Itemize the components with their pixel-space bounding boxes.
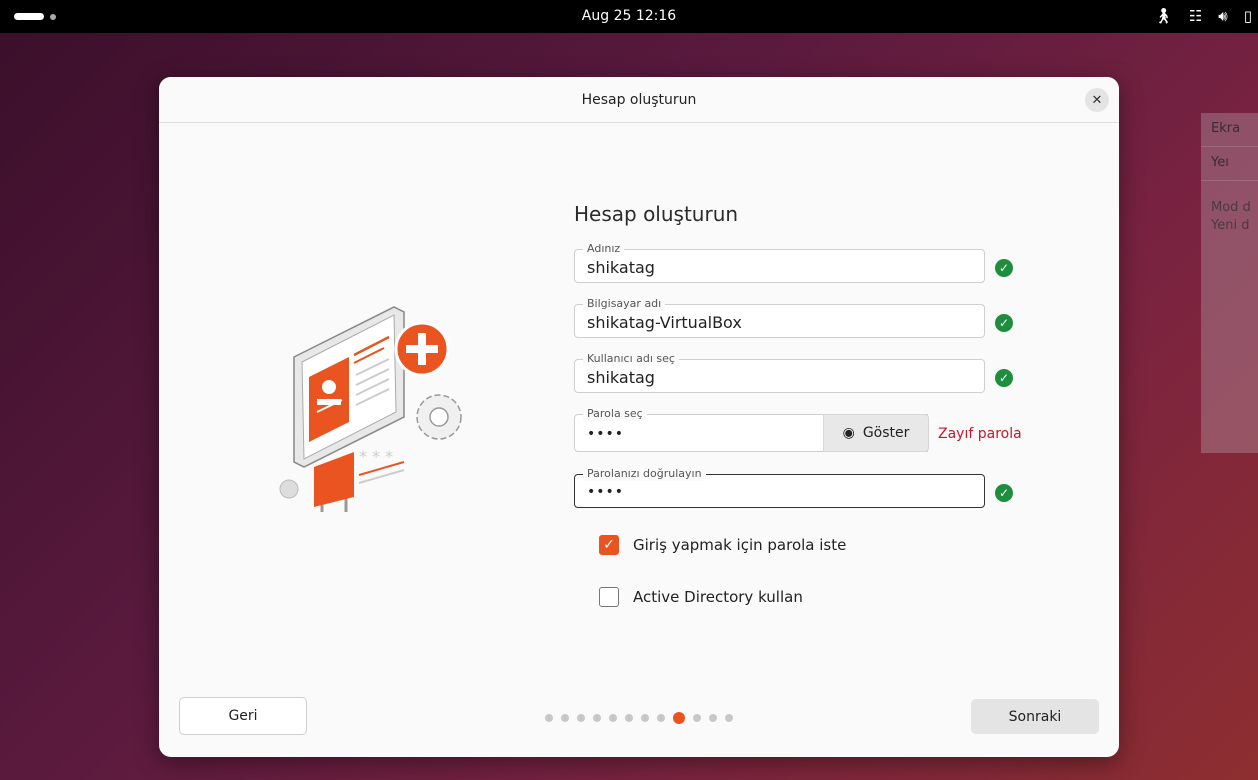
svg-text:* * *: * * * [359,447,393,466]
page-dot [625,714,633,722]
confirm-password-label: Parolanızı doğrulayın [583,467,706,481]
password-field[interactable]: Parola seç •••• ◉ Göster [574,407,929,452]
password-value: •••• [587,426,625,442]
bg-text-line: Mod d [1211,200,1251,215]
name-value: shikatag [587,258,655,277]
top-bar: Aug 25 12:16 🚶︎ ☷ 🔊︎ ▯ [0,0,1258,33]
form-title: Hesap oluşturun [574,202,739,226]
show-password-button[interactable]: ◉ Göster [823,414,929,452]
checkmark-icon: ✓ [603,537,615,553]
username-valid-check-icon: ✓ [995,369,1013,387]
require-password-label: Giriş yapmak için parola iste [633,536,847,554]
account-illustration: * * * [279,306,462,512]
accessibility-icon[interactable]: 🚶︎ [1154,7,1173,25]
password-label: Parola seç [583,407,647,421]
require-password-option[interactable]: ✓ Giriş yapmak için parola iste [599,535,846,555]
network-icon[interactable]: ☷ [1189,7,1202,25]
page-indicator [545,712,733,724]
page-dot [593,714,601,722]
page-dot [725,714,733,722]
computer-name-field[interactable]: Bilgisayar adı shikatag-VirtualBox [574,297,985,338]
username-value: shikatag [587,368,655,387]
confirm-password-value: •••• [587,484,625,500]
active-directory-checkbox[interactable] [599,587,619,607]
eye-icon: ◉ [842,425,855,441]
active-directory-option[interactable]: Active Directory kullan [599,587,803,607]
volume-icon[interactable]: 🔊︎ [1218,7,1227,25]
background-window: Ekra Yeı Mod d Yeni d [1201,113,1258,453]
username-label: Kullanıcı adı seç [583,352,679,366]
page-dot [577,714,585,722]
create-account-dialog: Hesap oluşturun ✕ * * * Hesap oluşturun … [159,77,1119,757]
dialog-header: Hesap oluşturun ✕ [159,77,1119,123]
computer-name-label: Bilgisayar adı [583,297,666,311]
confirm-password-field[interactable]: Parolanızı doğrulayın •••• [574,467,985,508]
computer-name-value: shikatag-VirtualBox [587,313,742,332]
username-field[interactable]: Kullanıcı adı seç shikatag [574,352,985,393]
name-label: Adınız [583,242,625,256]
show-password-label: Göster [862,425,910,441]
bg-text: Mod d Yeni d [1201,181,1258,235]
page-dot [561,714,569,722]
close-icon: ✕ [1091,92,1103,107]
name-valid-check-icon: ✓ [995,259,1013,277]
require-password-checkbox[interactable]: ✓ [599,535,619,555]
password-strength: Zayıf parola [938,426,1022,442]
computer-name-valid-check-icon: ✓ [995,314,1013,332]
clock[interactable]: Aug 25 12:16 [0,8,1258,24]
close-button[interactable]: ✕ [1085,88,1109,112]
page-dot [657,714,665,722]
next-button[interactable]: Sonraki [971,699,1099,734]
active-directory-label: Active Directory kullan [633,588,803,606]
page-dot [693,714,701,722]
name-field[interactable]: Adınız shikatag [574,242,985,283]
page-dot-active [673,712,685,724]
page-dot [709,714,717,722]
confirm-password-valid-check-icon: ✓ [995,484,1013,502]
page-dot [609,714,617,722]
dialog-title: Hesap oluşturun [581,92,697,108]
bg-row: Ekra [1201,113,1258,147]
page-dot [545,714,553,722]
bg-row: Yeı [1201,147,1258,181]
bg-text-line: Yeni d [1211,218,1250,233]
system-tray[interactable]: 🚶︎ ☷ 🔊︎ ▯ [1154,7,1252,25]
page-dot [641,714,649,722]
back-button[interactable]: Geri [179,697,307,735]
battery-icon[interactable]: ▯ [1244,7,1252,25]
